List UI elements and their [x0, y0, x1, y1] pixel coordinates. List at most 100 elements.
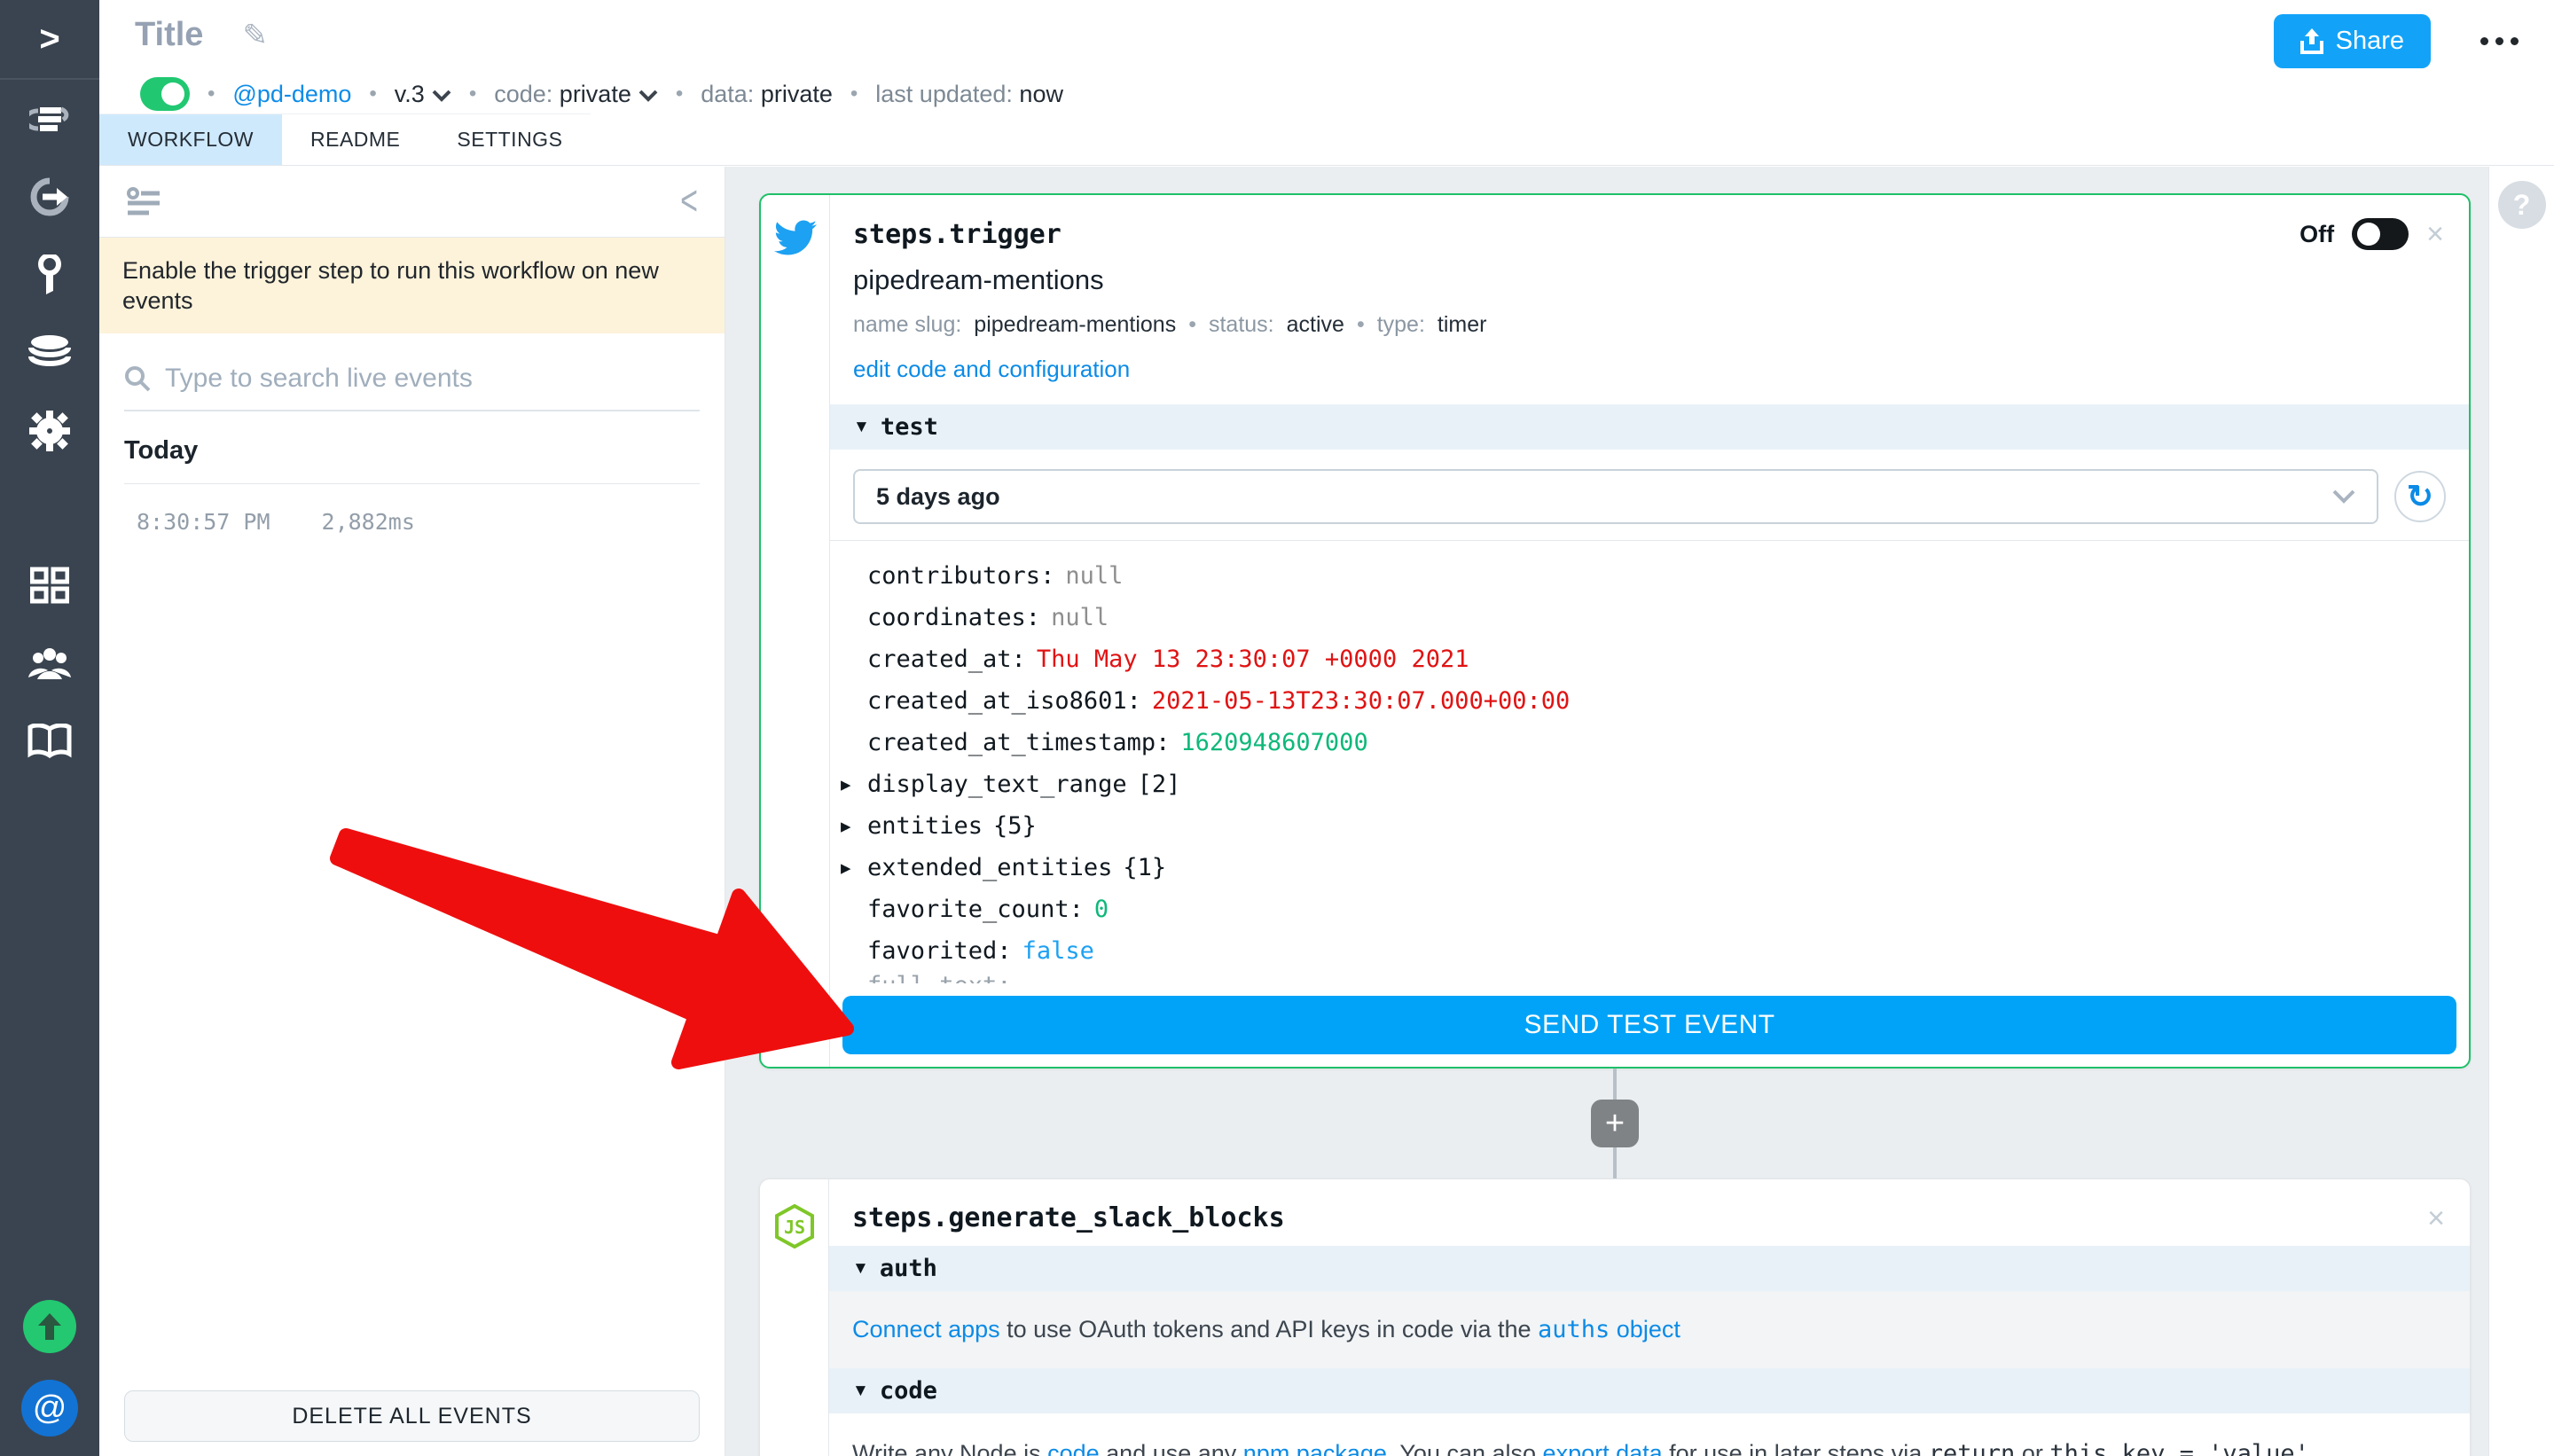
enable-trigger-banner: Enable the trigger step to run this work… [99, 238, 725, 333]
refresh-events-button[interactable]: ↻ [2394, 471, 2446, 522]
sidebar-item-community[interactable] [0, 624, 99, 702]
sidebar-item-settings[interactable] [0, 392, 99, 470]
sidebar-item-data-stores[interactable] [0, 314, 99, 392]
auths-object-link[interactable]: auths [1538, 1316, 1610, 1343]
step-name: steps.generate_slack_blocks [852, 1202, 1285, 1233]
apps-grid-icon [30, 567, 69, 604]
json-row-expandable[interactable]: ▶ extended_entities {1} [841, 847, 2446, 888]
event-list-item[interactable]: 8:30:57 PM 2,882ms [99, 509, 725, 535]
workflow-title[interactable]: Title [135, 16, 203, 54]
connect-apps-link[interactable]: Connect apps [852, 1316, 1000, 1342]
triangle-down-icon: ▼ [853, 417, 870, 436]
code-section-header[interactable]: ▼ code [829, 1368, 2470, 1413]
key-icon [38, 254, 61, 294]
help-button[interactable]: ? [2497, 181, 2546, 229]
workflow-active-toggle[interactable] [140, 77, 190, 111]
trigger-step-card: steps.trigger Off × pipedream-mentions n… [759, 193, 2471, 1069]
sidebar-item-event-sources[interactable] [0, 158, 99, 236]
workspace-link[interactable]: @pd-demo [232, 81, 351, 108]
close-step-icon[interactable]: × [2426, 219, 2444, 249]
chevron-down-icon [2332, 489, 2355, 504]
test-section-header[interactable]: ▼ test [830, 404, 2469, 450]
data-visibility-label: data: private [701, 80, 833, 107]
nodejs-icon: JS [774, 1204, 814, 1249]
json-row-expandable[interactable]: ▶ entities {5} [841, 805, 2446, 847]
account-avatar[interactable]: @ [21, 1380, 78, 1436]
auths-object-link[interactable]: object [1610, 1316, 1680, 1342]
book-icon [27, 724, 72, 759]
share-button[interactable]: Share [2273, 14, 2431, 68]
code-visibility-dropdown[interactable]: code: private [494, 81, 658, 108]
sidebar-item-api-keys[interactable] [0, 236, 99, 314]
edit-title-pencil-icon[interactable]: ✎ [242, 18, 268, 53]
export-data-link[interactable]: export data [1543, 1440, 1663, 1456]
triangle-down-icon: ▼ [852, 1381, 869, 1400]
last-updated-label: last updated: now [875, 80, 1063, 107]
people-icon [28, 648, 71, 679]
code-description: Write any Node.js code and use any npm p… [829, 1413, 2470, 1456]
database-icon [28, 335, 71, 366]
event-filter-icon[interactable] [126, 186, 161, 217]
send-test-event-button[interactable]: SEND TEST EVENT [842, 996, 2456, 1054]
refresh-icon: ↻ [2406, 478, 2434, 514]
share-icon [2299, 27, 2323, 54]
sidebar-expand-button[interactable]: > [0, 0, 99, 78]
workflow-meta-row: • @pd-demo • v.3 • code: private • data:… [99, 54, 2554, 111]
close-step-icon[interactable]: × [2427, 1203, 2445, 1233]
app-sidebar: > @ [0, 0, 99, 1456]
json-row-expandable[interactable]: ▶ display_text_range [2] [841, 763, 2446, 805]
add-step-button[interactable]: + [1591, 1100, 1639, 1147]
event-search [124, 364, 700, 411]
edit-code-link[interactable]: edit code and configuration [853, 356, 1130, 383]
event-time: 8:30:57 PM [137, 509, 270, 535]
collapse-panel-icon[interactable]: < [680, 177, 698, 226]
trigger-toggle-label: Off [2299, 220, 2335, 247]
code-step-card: JS steps.generate_slack_blocks × ▼ auth … [759, 1178, 2471, 1456]
delete-all-events-button[interactable]: DELETE ALL EVENTS [124, 1390, 700, 1442]
json-row: coordinates: null [867, 604, 1109, 631]
workflow-canvas: steps.trigger Off × pipedream-mentions n… [725, 167, 2488, 1456]
search-input[interactable] [165, 364, 700, 394]
sidebar-item-workflows[interactable] [0, 80, 99, 158]
sidebar-item-apps[interactable] [0, 546, 99, 624]
trigger-meta: name slug: pipedream-mentions • status: ac… [853, 312, 1487, 337]
chevron-down-icon [432, 81, 451, 108]
code-docs-link[interactable]: code [1047, 1440, 1100, 1456]
event-duration: 2,882ms [321, 509, 415, 535]
npm-package-link[interactable]: npm package [1243, 1440, 1387, 1456]
test-event-json-viewer: contributors: null coordinates: null creat… [830, 541, 2469, 989]
expand-node-icon[interactable]: ▶ [841, 775, 867, 795]
event-source-arrow-icon [30, 177, 69, 216]
more-menu-button[interactable] [2480, 28, 2519, 54]
tab-bar: WORKFLOW README SETTINGS [99, 114, 591, 165]
json-row-clipped: full_text:… [841, 972, 2446, 983]
triangle-down-icon: ▼ [852, 1258, 869, 1278]
pipedream-logo-icon [29, 106, 69, 131]
json-row: created_at_iso8601: 2021-05-13T23:30:07.0… [867, 687, 1571, 715]
step-connector: + [759, 1069, 2471, 1178]
deploy-button[interactable] [23, 1300, 76, 1353]
arrow-up-icon [38, 1313, 61, 1340]
chevron-down-icon [638, 81, 658, 108]
expand-node-icon[interactable]: ▶ [841, 817, 867, 836]
tab-settings[interactable]: SETTINGS [428, 114, 591, 165]
version-dropdown[interactable]: v.3 [395, 81, 451, 108]
step-name: steps.trigger [853, 218, 1062, 250]
tab-readme[interactable]: README [282, 114, 428, 165]
search-icon [125, 366, 151, 392]
trigger-title: pipedream-mentions [853, 264, 1104, 295]
workflow-header: Title ✎ Share • @pd-demo • v.3 • code: p… [99, 0, 2554, 166]
at-icon: @ [32, 1389, 67, 1427]
tab-workflow[interactable]: WORKFLOW [99, 114, 282, 165]
json-row: favorited: false [867, 937, 1094, 965]
trigger-on-off-toggle[interactable] [2352, 218, 2409, 250]
svg-text:JS: JS [783, 1217, 804, 1238]
twitter-icon [773, 220, 817, 255]
test-event-select[interactable]: 5 days ago [853, 469, 2378, 524]
sidebar-item-docs[interactable] [0, 702, 99, 780]
auth-description: Connect apps to use OAuth tokens and API… [829, 1291, 2470, 1368]
auth-section-header[interactable]: ▼ auth [829, 1246, 2470, 1291]
expand-node-icon[interactable]: ▶ [841, 858, 867, 878]
json-row: favorite_count: 0 [867, 896, 1109, 923]
json-row: created_at: Thu May 13 23:30:07 +0000 202… [867, 646, 1469, 673]
